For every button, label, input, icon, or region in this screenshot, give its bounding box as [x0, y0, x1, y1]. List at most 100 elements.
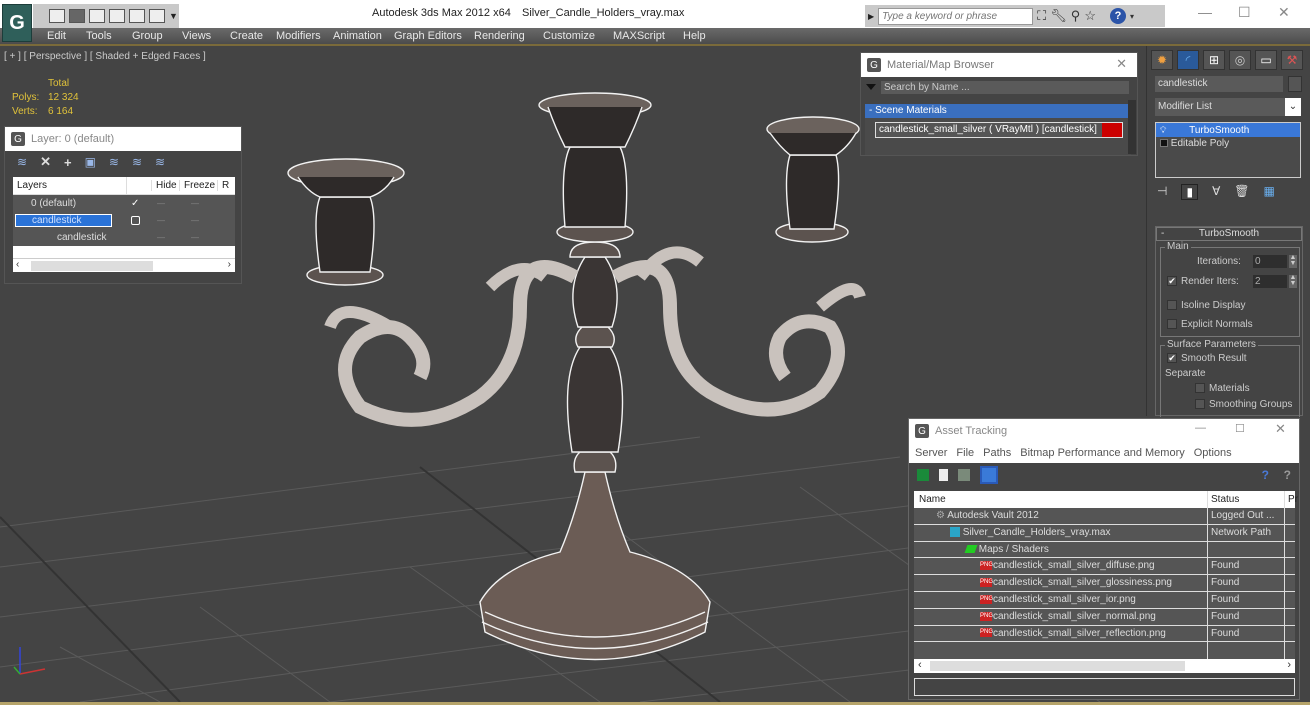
scroll-left-icon[interactable]: ‹ — [918, 659, 922, 671]
menu-bitmap-performance[interactable]: Bitmap Performance and Memory — [1020, 447, 1184, 459]
minimize-button[interactable]: — — [1198, 4, 1212, 20]
menu-file[interactable]: File — [956, 447, 974, 459]
scroll-left-icon[interactable]: ‹ — [16, 259, 19, 270]
viewport-label[interactable]: [ + ] [ Perspective ] [ Shaded + Edged F… — [4, 51, 206, 62]
help-dropdown-icon[interactable]: ▾ — [1130, 12, 1134, 21]
bulb-icon[interactable]: 💡︎ — [1160, 125, 1166, 135]
col-status[interactable]: Status — [1211, 494, 1239, 505]
configure-sets-icon[interactable]: ▦ — [1264, 184, 1275, 200]
iterations-spinner[interactable]: 0 — [1253, 255, 1287, 268]
asset-row[interactable]: PNGcandlestick_small_silver_ior.png Foun… — [914, 592, 1295, 609]
menu-customize[interactable]: Customize — [543, 30, 595, 42]
show-end-result-icon[interactable]: ▮ — [1181, 184, 1199, 200]
keyword-search-input[interactable] — [878, 7, 1034, 25]
menu-edit[interactable]: Edit — [47, 30, 66, 42]
materials-checkbox[interactable] — [1195, 383, 1205, 394]
minimize-button[interactable]: — — [1195, 422, 1206, 434]
add-to-layer-icon[interactable]: + — [64, 155, 72, 170]
smooth-result-checkbox[interactable]: ✔ — [1167, 353, 1177, 364]
menu-server[interactable]: Server — [915, 447, 947, 459]
smoothing-groups-checkbox[interactable] — [1195, 399, 1205, 410]
asset-row[interactable]: PNGcandlestick_small_silver_reflection.p… — [914, 626, 1295, 643]
col-freeze[interactable]: Freeze — [179, 180, 217, 191]
expand-icon[interactable] — [1160, 139, 1168, 148]
hide-all-icon[interactable]: ≋ — [132, 155, 142, 169]
modifier-list-dropdown[interactable]: Modifier List ⌄ — [1155, 98, 1301, 116]
help-icon[interactable]: ? — [1109, 8, 1126, 24]
create-layer-icon[interactable]: ≋ — [17, 155, 27, 169]
scroll-right-icon[interactable]: › — [228, 259, 231, 270]
thumbnail-view-icon[interactable] — [958, 469, 970, 481]
menu-maxscript[interactable]: MAXScript — [613, 30, 665, 42]
asset-tracking-titlebar[interactable]: G Asset Tracking — ☐ ✕ — [909, 419, 1299, 443]
horizontal-scrollbar[interactable]: ‹ › — [914, 659, 1295, 673]
remove-modifier-icon[interactable]: 🗑︎ — [1234, 184, 1249, 200]
satellite-icon[interactable]: ⚲ — [1071, 8, 1081, 24]
menu-animation[interactable]: Animation — [333, 30, 382, 42]
redo-icon[interactable] — [129, 9, 145, 23]
render-iters-spinner-arrows[interactable]: ▲ ▼ — [1289, 274, 1297, 288]
menu-group[interactable]: Group — [132, 30, 163, 42]
menu-paths[interactable]: Paths — [983, 447, 1011, 459]
object-name-input[interactable]: candlestick — [1155, 76, 1283, 92]
freeze-toggle[interactable]: — — [191, 216, 199, 225]
close-button[interactable]: ✕ — [1275, 421, 1286, 437]
col-name[interactable]: Name — [919, 494, 946, 505]
material-search-input[interactable]: Search by Name ... — [881, 81, 1129, 94]
close-button[interactable]: ✕ — [1278, 4, 1290, 21]
hide-toggle[interactable]: — — [157, 199, 165, 208]
make-active-toggle[interactable] — [131, 216, 140, 225]
maximize-button[interactable]: ☐ — [1238, 4, 1251, 21]
menu-rendering[interactable]: Rendering — [474, 30, 525, 42]
col-render[interactable]: R — [217, 180, 229, 191]
layer-row[interactable]: 0 (default) ✓ — — — [13, 195, 235, 212]
menu-graph-editors[interactable]: Graph Editors — [394, 30, 462, 42]
app-menu-button[interactable]: G — [2, 4, 32, 42]
expand-arrow-icon[interactable]: ▶ — [868, 12, 874, 21]
stack-item-turbosmooth[interactable]: 💡︎ TurboSmooth — [1156, 123, 1300, 137]
star-icon[interactable]: ☆ — [1084, 8, 1096, 24]
refresh-icon[interactable] — [917, 469, 929, 481]
undo-icon[interactable] — [89, 9, 105, 23]
list-view-icon[interactable] — [939, 469, 948, 481]
col-proxy[interactable]: Pr — [1288, 494, 1298, 505]
hierarchy-tab-icon[interactable]: ⊞ — [1203, 50, 1225, 70]
highlight-layer-icon[interactable]: ≋ — [109, 155, 119, 169]
layer-dialog-titlebar[interactable]: G Layer: 0 (default) ? ✕ — [5, 127, 241, 273]
object-row[interactable]: candlestick — — — [13, 229, 235, 246]
iterations-spinner-arrows[interactable]: ▲ ▼ — [1289, 254, 1297, 268]
customize-dropdown-icon[interactable]: ▼ — [169, 11, 178, 21]
freeze-toggle[interactable]: — — [191, 233, 199, 242]
col-layers[interactable]: Layers — [13, 180, 126, 191]
help-icon[interactable]: ? — [1262, 468, 1269, 482]
close-button[interactable]: ✕ — [1116, 56, 1127, 72]
pin-stack-icon[interactable]: ⊣ — [1157, 184, 1167, 200]
stack-item-editable-poly[interactable]: Editable Poly — [1156, 137, 1300, 151]
material-browser-titlebar[interactable]: G Material/Map Browser ✕ — [861, 53, 1137, 77]
open-icon[interactable] — [49, 9, 65, 23]
hide-toggle[interactable]: — — [157, 216, 165, 225]
delete-layer-icon[interactable]: ✕ — [40, 154, 51, 170]
col-active[interactable] — [126, 176, 151, 195]
asset-row[interactable]: PNGcandlestick_small_silver_glossiness.p… — [914, 575, 1295, 592]
save-icon[interactable] — [69, 9, 85, 23]
create-tab-icon[interactable]: ✹ — [1151, 50, 1173, 70]
active-checkmark[interactable]: ✓ — [131, 198, 139, 209]
asset-row[interactable]: PNGcandlestick_small_silver_diffuse.png … — [914, 558, 1295, 576]
utilities-tab-icon[interactable]: ⚒ — [1281, 50, 1303, 70]
binoculars-icon[interactable]: ⛶ — [1037, 8, 1046, 24]
hold-icon[interactable] — [149, 9, 165, 23]
menu-help[interactable]: Help — [683, 30, 706, 42]
rollout-header[interactable]: - TurboSmooth — [1156, 227, 1302, 241]
menu-modifiers[interactable]: Modifiers — [276, 30, 321, 42]
asset-row[interactable]: Silver_Candle_Holders_vray.max Network P… — [914, 525, 1295, 542]
maximize-button[interactable]: ☐ — [1235, 422, 1245, 435]
freeze-toggle[interactable]: — — [191, 199, 199, 208]
scrollbar-thumb[interactable] — [31, 261, 153, 271]
asset-row[interactable]: Maps / Shaders — [914, 542, 1295, 559]
chevron-down-icon[interactable]: ⌄ — [1285, 98, 1301, 116]
menu-create[interactable]: Create — [230, 30, 263, 42]
scroll-right-icon[interactable]: › — [1287, 659, 1291, 671]
motion-tab-icon[interactable]: ◎ — [1229, 50, 1251, 70]
col-hide[interactable]: Hide — [151, 180, 179, 191]
